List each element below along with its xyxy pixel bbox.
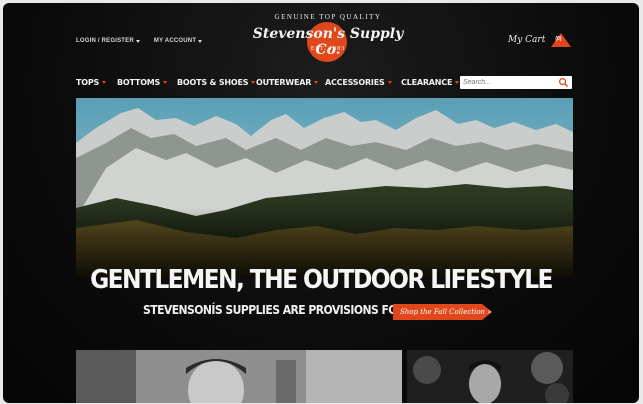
- mountain-landscape-image: [76, 98, 573, 278]
- site-logo[interactable]: GENUINE TOP QUALITY Stevenson's Supply C…: [248, 13, 408, 65]
- login-label: LOGIN / REGISTER: [76, 38, 134, 44]
- cart-link[interactable]: My Cart (0): [508, 33, 572, 47]
- hero-headline: GENTLEMEN, THE OUTDOOR LIFESTYLE: [90, 265, 553, 295]
- hero-subheadline: STEVENSONÍS SUPPLIES ARE PROVISIONS FOR …: [143, 303, 434, 317]
- cart-label: My Cart: [508, 35, 546, 45]
- top-bar: LOGIN / REGISTER MY ACCOUNT GENUINE TOP …: [3, 3, 639, 71]
- chevron-down-icon: [198, 39, 203, 43]
- portrait-photo: [76, 350, 402, 403]
- browser-frame: LOGIN / REGISTER MY ACCOUNT GENUINE TOP …: [3, 3, 639, 403]
- logo-tagline: GENUINE TOP QUALITY: [274, 13, 382, 21]
- portrait-photo: [407, 350, 573, 403]
- chevron-down-icon: [135, 39, 140, 43]
- search-input[interactable]: [463, 77, 553, 87]
- account-links: LOGIN / REGISTER MY ACCOUNT: [76, 38, 203, 44]
- nav-item-tops[interactable]: TOPS: [76, 78, 107, 87]
- feature-image-foliage-man[interactable]: [407, 350, 573, 403]
- cart-icon: (0): [551, 33, 572, 47]
- nav-item-label: TOPS: [76, 78, 100, 87]
- account-label: MY ACCOUNT: [153, 38, 197, 44]
- chevron-down-icon: [251, 81, 256, 84]
- nav-item-label: OUTERWEAR: [256, 78, 312, 87]
- hero-image: [76, 98, 573, 278]
- login-register-link[interactable]: LOGIN / REGISTER: [76, 38, 140, 44]
- main-nav: TOPS BOTTOMS BOOTS & SHOES OUTERWEAR ACC…: [76, 76, 576, 96]
- chevron-down-icon: [163, 81, 168, 84]
- nav-item-outerwear[interactable]: OUTERWEAR: [256, 78, 319, 87]
- nav-item-label: ACCESSORIES: [325, 78, 385, 87]
- nav-item-label: BOOTS & SHOES: [177, 78, 249, 87]
- chevron-down-icon: [314, 81, 319, 84]
- logo-wordmark: Stevenson's Supply Co.: [252, 26, 404, 58]
- cart-count: (0): [555, 36, 562, 42]
- shop-fall-collection-button[interactable]: Shop the Fall Collection »: [393, 304, 492, 320]
- chevron-down-icon: [387, 81, 392, 84]
- nav-item-clearance[interactable]: CLEARANCE: [401, 78, 460, 87]
- chevron-down-icon: [102, 81, 107, 84]
- nav-item-boots-shoes[interactable]: BOOTS & SHOES: [177, 78, 256, 87]
- nav-item-label: BOTTOMS: [117, 78, 161, 87]
- nav-item-bottoms[interactable]: BOTTOMS: [117, 78, 168, 87]
- nav-item-label: CLEARANCE: [401, 78, 453, 87]
- logo-established: EST. 1983: [310, 46, 346, 52]
- chevron-down-icon: [455, 81, 460, 84]
- my-account-link[interactable]: MY ACCOUNT: [153, 38, 203, 44]
- search-box: [460, 76, 572, 89]
- search-icon[interactable]: [558, 77, 569, 88]
- nav-item-accessories[interactable]: ACCESSORIES: [325, 78, 392, 87]
- feature-image-portrait-man[interactable]: [76, 350, 402, 403]
